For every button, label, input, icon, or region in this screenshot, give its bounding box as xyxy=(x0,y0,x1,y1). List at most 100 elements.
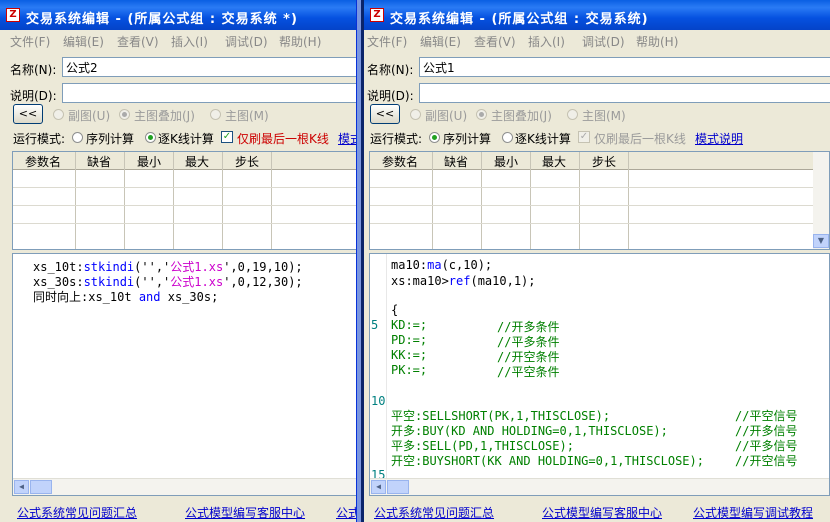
collapse-button[interactable]: << xyxy=(13,104,43,124)
description-input[interactable] xyxy=(419,83,830,103)
code-line: KD:=;//开多条件 xyxy=(391,318,560,334)
radio-kline-calc-label: 逐K线计算 xyxy=(158,132,214,146)
col-param-name: 参数名 xyxy=(25,155,62,169)
radio-subchart[interactable] xyxy=(410,109,421,120)
support-link[interactable]: 公式模型编写客服中心 xyxy=(185,504,305,521)
radio-main-overlay[interactable] xyxy=(476,109,487,120)
grid-divider xyxy=(579,152,580,249)
name-input[interactable]: 公式1 xyxy=(419,57,830,77)
app-icon: Z xyxy=(370,8,384,22)
radio-subchart[interactable] xyxy=(53,109,64,120)
title-bar[interactable]: Z 交易系统编辑 - (所属公式组 : 交易系统 *) xyxy=(0,0,356,30)
support-link[interactable]: 公式模型编写客服中心 xyxy=(542,504,662,521)
col-step: 步长 xyxy=(592,155,617,169)
code-line: { xyxy=(391,303,399,317)
description-label: 说明(D): xyxy=(367,89,414,103)
menu-edit[interactable]: 编辑(E) xyxy=(63,33,104,50)
radio-main-overlay-label: 主图叠加(J) xyxy=(134,109,195,123)
menu-view[interactable]: 查看(V) xyxy=(474,33,516,50)
last-bar-only-checkbox[interactable]: ✓ xyxy=(221,131,233,143)
scroll-thumb[interactable] xyxy=(387,480,409,494)
radio-sequence-calc[interactable] xyxy=(429,132,440,143)
description-input[interactable] xyxy=(62,83,356,103)
line-number: 10 xyxy=(371,394,386,408)
radio-kline-calc[interactable] xyxy=(145,132,156,143)
window-title: 交易系统编辑 - (所属公式组 : 交易系统 *) xyxy=(26,12,298,27)
grid-row-line xyxy=(370,223,829,224)
radio-main-chart-label: 主图(M) xyxy=(582,109,626,123)
scroll-down-icon[interactable]: ▼ xyxy=(813,234,829,248)
grid-divider xyxy=(124,152,125,249)
faq-link[interactable]: 公式系统常见问题汇总 xyxy=(374,504,494,521)
code-line: PD:=;//平多条件 xyxy=(391,333,560,349)
tutorial-link[interactable]: 公式模型编写调试教程 xyxy=(693,504,813,521)
horizontal-scrollbar[interactable]: ◀ xyxy=(13,478,356,495)
menu-view[interactable]: 查看(V) xyxy=(117,33,159,50)
scroll-thumb[interactable] xyxy=(30,480,52,494)
col-max: 最大 xyxy=(185,155,210,169)
col-default: 缺省 xyxy=(87,155,112,169)
menu-bar: 文件(F) 编辑(E) 查看(V) 插入(I) 调试(D) 帮助(H) xyxy=(0,30,356,52)
grid-row-line xyxy=(13,223,356,224)
params-table-header: 参数名 缺省 最小 最大 步长 xyxy=(13,152,356,170)
mode-help-link[interactable]: 模式说明 xyxy=(695,130,743,147)
radio-subchart-label: 副图(U) xyxy=(68,109,111,123)
radio-main-overlay-label: 主图叠加(J) xyxy=(491,109,552,123)
menu-edit[interactable]: 编辑(E) xyxy=(420,33,461,50)
app-icon: Z xyxy=(6,8,20,22)
code-editor[interactable]: xs_10t:stkindi('','公式1.xs',0,19,10); xs_… xyxy=(12,253,356,496)
code-line: xs:ma10>ref(ma10,1); xyxy=(391,274,536,288)
code-line: PK:=;//平空条件 xyxy=(391,363,560,379)
mode-help-link[interactable]: 模式说明 xyxy=(338,130,356,147)
scroll-left-icon[interactable]: ◀ xyxy=(14,480,29,494)
menu-insert[interactable]: 插入(I) xyxy=(171,33,208,50)
formula-editor-window-left: Z 交易系统编辑 - (所属公式组 : 交易系统 *) 文件(F) 编辑(E) … xyxy=(0,0,357,522)
code-editor[interactable]: 5 10 15 ma10:ma(c,10); xs:ma10>ref(ma10,… xyxy=(369,253,830,496)
grid-divider xyxy=(75,152,76,249)
faq-link[interactable]: 公式系统常见问题汇总 xyxy=(17,504,137,521)
formula-editor-window-right: Z 交易系统编辑 - (所属公式组 : 交易系统) 文件(F) 编辑(E) 查看… xyxy=(361,0,830,522)
radio-kline-calc[interactable] xyxy=(502,132,513,143)
window-title: 交易系统编辑 - (所属公式组 : 交易系统) xyxy=(390,12,649,27)
params-table[interactable]: 参数名 缺省 最小 最大 步长 ▼ xyxy=(369,151,830,250)
radio-main-chart[interactable] xyxy=(210,109,221,120)
radio-main-chart-label: 主图(M) xyxy=(225,109,269,123)
grid-divider xyxy=(530,152,531,249)
grid-row-line xyxy=(13,187,356,188)
menu-file[interactable]: 文件(F) xyxy=(10,33,50,50)
line-number-gutter: 5 10 15 xyxy=(370,254,387,482)
name-label: 名称(N): xyxy=(367,63,414,77)
col-step: 步长 xyxy=(235,155,260,169)
params-vertical-scrollbar[interactable]: ▼ xyxy=(813,152,829,249)
menu-help[interactable]: 帮助(H) xyxy=(636,33,678,50)
footer-links: 公式系统常见问题汇总 公式模型编写客服中心 公式 xyxy=(0,500,356,522)
collapse-button[interactable]: << xyxy=(370,104,400,124)
radio-sequence-calc[interactable] xyxy=(72,132,83,143)
name-input[interactable]: 公式2 xyxy=(62,57,356,77)
menu-debug[interactable]: 调试(D) xyxy=(582,33,625,50)
code-line: 同时向上:xs_10t and xs_30s; xyxy=(33,290,219,304)
code-line: KK:=;//开空条件 xyxy=(391,348,560,364)
radio-sequence-calc-label: 序列计算 xyxy=(86,132,135,146)
grid-row-line xyxy=(370,187,829,188)
description-label: 说明(D): xyxy=(10,89,57,103)
horizontal-scrollbar[interactable]: ◀ xyxy=(370,478,829,495)
scroll-left-icon[interactable]: ◀ xyxy=(371,480,386,494)
menu-debug[interactable]: 调试(D) xyxy=(225,33,268,50)
last-bar-only-label: 仅刷最后一根K线 xyxy=(594,132,686,146)
menu-file[interactable]: 文件(F) xyxy=(367,33,407,50)
params-table[interactable]: 参数名 缺省 最小 最大 步长 xyxy=(12,151,356,250)
radio-main-overlay[interactable] xyxy=(119,109,130,120)
tutorial-link[interactable]: 公式 xyxy=(336,504,356,521)
grid-divider xyxy=(173,152,174,249)
radio-sequence-calc-label: 序列计算 xyxy=(443,132,492,146)
menu-insert[interactable]: 插入(I) xyxy=(528,33,565,50)
menu-help[interactable]: 帮助(H) xyxy=(279,33,321,50)
params-table-header: 参数名 缺省 最小 最大 步长 xyxy=(370,152,829,170)
grid-divider xyxy=(222,152,223,249)
name-label: 名称(N): xyxy=(10,63,57,77)
radio-main-chart[interactable] xyxy=(567,109,578,120)
last-bar-only-checkbox[interactable]: ✓ xyxy=(578,131,590,143)
grid-row-line xyxy=(370,205,829,206)
title-bar[interactable]: Z 交易系统编辑 - (所属公式组 : 交易系统) xyxy=(364,0,830,30)
